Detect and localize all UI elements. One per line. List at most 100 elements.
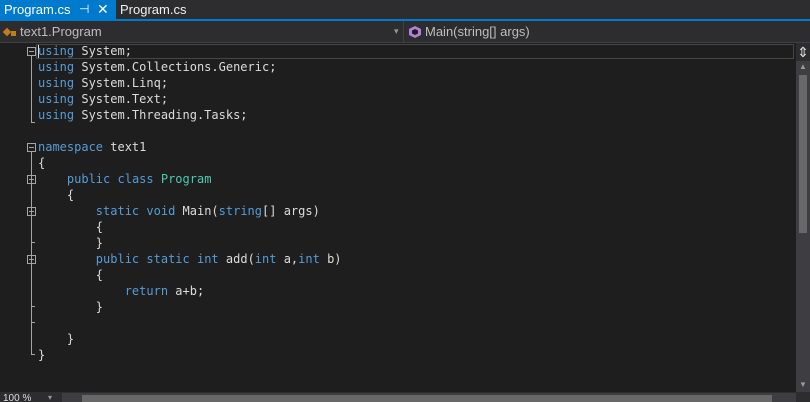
outlining-margin — [0, 43, 36, 392]
code-token: add( — [218, 252, 255, 266]
code-line[interactable]: } — [38, 331, 342, 347]
zoom-level[interactable]: 100 % — [3, 393, 31, 402]
code-line[interactable]: { — [38, 267, 342, 283]
code-token: text1 — [103, 140, 147, 154]
code-token: System.Text; — [74, 92, 169, 106]
outline-guide-end — [31, 122, 35, 123]
code-token: a+b; — [168, 284, 205, 298]
keyword-token: class — [117, 172, 154, 186]
code-line[interactable]: { — [38, 187, 342, 203]
code-line[interactable]: using System.Text; — [38, 91, 342, 107]
tab-program-cs-active[interactable]: Program.cs ⊣ ✕ — [0, 0, 116, 19]
code-token: b) — [319, 252, 342, 266]
code-line[interactable]: using System; — [38, 43, 342, 59]
code-token: a, — [276, 252, 299, 266]
class-icon — [3, 27, 16, 36]
document-tab-bar: Program.cs ⊣ ✕ Program.cs — [0, 0, 810, 21]
collapse-icon[interactable] — [27, 47, 36, 56]
type-token: Program — [160, 172, 212, 186]
collapse-icon[interactable] — [27, 143, 36, 152]
keyword-token: using — [38, 60, 75, 74]
code-token: { — [38, 156, 46, 170]
keyword-token: using — [38, 76, 75, 90]
chevron-down-icon: ▾ — [394, 26, 399, 36]
outline-guide-end — [31, 322, 35, 323]
collapse-icon[interactable] — [27, 175, 36, 184]
outline-guide-end — [31, 242, 35, 243]
code-line[interactable]: using System.Threading.Tasks; — [38, 107, 342, 123]
split-icon[interactable]: ⇕ — [796, 43, 810, 61]
source-code[interactable]: using System; using System.Collections.Ge… — [38, 43, 342, 363]
scroll-up-icon[interactable]: ▲ — [796, 61, 810, 73]
keyword-token: static — [95, 204, 140, 218]
code-line[interactable]: public static int add(int a,int b) — [38, 251, 342, 267]
code-line[interactable]: public class Program — [38, 171, 342, 187]
code-token: System; — [74, 44, 132, 58]
collapse-icon[interactable] — [27, 207, 36, 216]
code-line[interactable] — [38, 315, 342, 331]
code-token: } — [38, 332, 75, 346]
code-line[interactable]: namespace text1 — [38, 139, 342, 155]
code-token: { — [38, 268, 104, 282]
keyword-token: using — [38, 108, 75, 122]
collapse-icon[interactable] — [27, 255, 36, 264]
member-selector-label: Main(string[] args) — [425, 24, 530, 39]
code-editor[interactable]: using System; using System.Collections.Ge… — [0, 43, 796, 392]
tab-label: Program.cs — [4, 2, 71, 17]
class-selector-label: text1.Program — [20, 24, 102, 39]
code-token: } — [38, 348, 46, 362]
keyword-token: return — [124, 284, 169, 298]
scroll-thumb[interactable] — [82, 395, 772, 402]
keyword-token: static — [146, 252, 190, 266]
horizontal-scrollbar[interactable] — [62, 393, 796, 402]
code-line[interactable]: } — [38, 347, 342, 363]
keyword-token: public — [66, 172, 111, 186]
code-line[interactable]: { — [38, 155, 342, 171]
member-dropdown[interactable]: Main(string[] args) — [405, 21, 810, 42]
tab-program-cs[interactable]: Program.cs — [116, 0, 206, 19]
code-line[interactable] — [38, 123, 342, 139]
outline-guide-end — [31, 306, 35, 307]
code-line[interactable]: } — [38, 235, 342, 251]
close-icon[interactable]: ✕ — [97, 0, 109, 19]
class-dropdown[interactable]: text1.Program ▾ — [0, 21, 404, 42]
code-token: [] args) — [262, 204, 320, 218]
code-token: { — [38, 188, 75, 202]
code-token: System.Threading.Tasks; — [74, 108, 248, 122]
navigation-bar: text1.Program ▾ Main(string[] args) — [0, 21, 810, 43]
keyword-token: int — [196, 252, 219, 266]
method-icon — [409, 25, 421, 38]
outline-guide — [31, 56, 32, 123]
code-token: System.Collections.Generic; — [74, 60, 277, 74]
code-line[interactable]: static void Main(string[] args) — [38, 203, 342, 219]
keyword-token: using — [38, 44, 75, 58]
code-line[interactable]: using System.Linq; — [38, 75, 342, 91]
keyword-token: public — [95, 252, 140, 266]
keyword-token: namespace — [38, 140, 104, 154]
code-token: } — [38, 300, 104, 314]
code-token: System.Linq; — [74, 76, 169, 90]
chevron-down-icon[interactable]: ▾ — [48, 393, 52, 402]
keyword-token: void — [146, 204, 176, 218]
code-token: } — [38, 236, 104, 250]
vertical-scrollbar[interactable]: ⇕ ▲ ▼ — [796, 43, 810, 392]
code-line[interactable]: using System.Collections.Generic; — [38, 59, 342, 75]
pin-icon[interactable]: ⊣ — [79, 0, 89, 19]
keyword-token: using — [38, 92, 75, 106]
editor-status-bar: 100 % ▾ — [0, 392, 810, 402]
code-line[interactable]: { — [38, 219, 342, 235]
keyword-token: int — [298, 252, 320, 266]
outline-guide-end — [31, 354, 35, 355]
code-token: Main( — [175, 204, 219, 218]
code-line[interactable]: } — [38, 299, 342, 315]
scroll-thumb[interactable] — [799, 75, 807, 233]
tab-label: Program.cs — [120, 2, 187, 17]
scroll-down-icon[interactable]: ▼ — [796, 377, 810, 392]
keyword-token: int — [254, 252, 277, 266]
code-line[interactable]: return a+b; — [38, 283, 342, 299]
